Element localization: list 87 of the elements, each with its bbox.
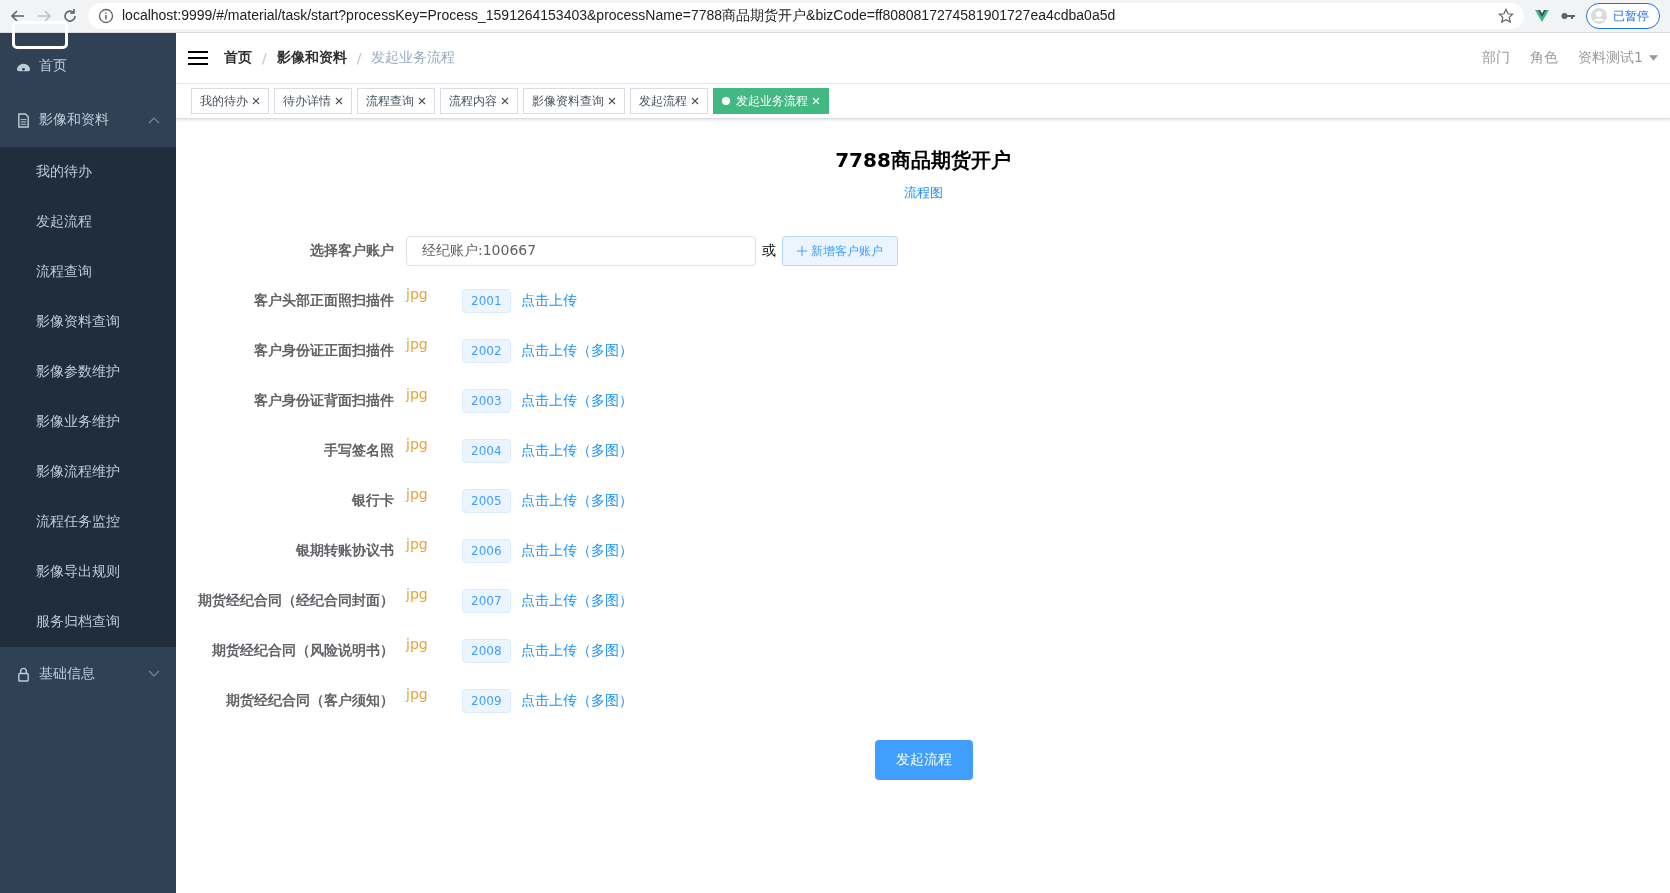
diagram-link[interactable]: 流程图 bbox=[903, 184, 943, 202]
field-label: 期货经纪合同（风险说明书） bbox=[211, 642, 395, 660]
profile-button[interactable]: 已暂停 bbox=[1586, 3, 1660, 29]
account-field[interactable]: 经纪账户:100667 bbox=[406, 236, 756, 266]
field-label: 期货经纪合同（经纪合同封面） bbox=[197, 592, 395, 610]
info-icon bbox=[98, 8, 114, 24]
upload-link[interactable]: 点击上传（多图） bbox=[520, 342, 633, 360]
breadcrumb-item[interactable]: 首页 bbox=[224, 49, 252, 67]
close-icon[interactable] bbox=[691, 97, 699, 105]
extension-icon[interactable] bbox=[1534, 8, 1550, 24]
upload-link[interactable]: 点击上传（多图） bbox=[520, 492, 633, 510]
menu-icon[interactable] bbox=[188, 50, 208, 66]
close-icon[interactable] bbox=[335, 97, 343, 105]
avatar-icon bbox=[1591, 8, 1607, 24]
lock-icon bbox=[16, 666, 31, 682]
upload-link[interactable]: 点击上传（多图） bbox=[520, 642, 633, 660]
file-type: jpg bbox=[406, 436, 429, 452]
address-bar[interactable]: localhost:9999/#/material/task/start?processKey=Process_1591264153403&processName=7788商品期货开户&bizCode=ff8080817274581901727ea4cdba0a5d bbox=[88, 3, 1524, 29]
caret-down-icon bbox=[1649, 55, 1658, 61]
file-type: jpg bbox=[406, 686, 429, 702]
code-tag: 2002 bbox=[462, 339, 511, 363]
submenu-item[interactable]: 影像导出规则 bbox=[0, 547, 176, 597]
code-tag: 2003 bbox=[462, 389, 511, 413]
menu-item[interactable]: 基础信息 bbox=[0, 647, 176, 701]
close-icon[interactable] bbox=[608, 97, 616, 105]
url-text: localhost:9999/#/material/task/start?processKey=Process_1591264153403&processName=7788商品期货开户&bizCode=ff8080817274581901727ea4cdba0a5d bbox=[122, 7, 1116, 25]
submenu-item[interactable]: 影像流程维护 bbox=[0, 447, 176, 497]
field-label: 客户身份证正面扫描件 bbox=[253, 342, 395, 360]
tab[interactable]: 发起流程 bbox=[630, 88, 708, 114]
plus-icon bbox=[797, 246, 807, 256]
submenu-item[interactable]: 影像业务维护 bbox=[0, 397, 176, 447]
file-type: jpg bbox=[406, 636, 429, 652]
reload-icon[interactable] bbox=[62, 8, 78, 24]
breadcrumb-item: 发起业务流程 bbox=[371, 49, 456, 67]
tab[interactable]: 待办详情 bbox=[274, 88, 352, 114]
submenu-item[interactable]: 影像参数维护 bbox=[0, 347, 176, 397]
upload-link[interactable]: 点击上传（多图） bbox=[520, 592, 633, 610]
file-type: jpg bbox=[406, 586, 429, 602]
field-label: 银期转账协议书 bbox=[294, 542, 395, 560]
star-icon[interactable] bbox=[1498, 8, 1514, 24]
file-type: jpg bbox=[406, 336, 429, 352]
or-text: 或 bbox=[762, 242, 776, 260]
breadcrumb-item[interactable]: 影像和资料 bbox=[276, 49, 347, 67]
submenu-item[interactable]: 流程查询 bbox=[0, 247, 176, 297]
code-tag: 2008 bbox=[462, 639, 511, 663]
submenu-item[interactable]: 我的待办 bbox=[0, 147, 176, 197]
breadcrumb-separator: / bbox=[262, 50, 267, 66]
code-tag: 2007 bbox=[462, 589, 511, 613]
file-type: jpg bbox=[406, 486, 429, 502]
breadcrumb-separator: / bbox=[356, 50, 362, 66]
menu-item[interactable]: 影像和资料 bbox=[0, 93, 176, 147]
tab[interactable]: 流程查询 bbox=[357, 88, 435, 114]
tab[interactable]: 流程内容 bbox=[440, 88, 518, 114]
tab[interactable]: 我的待办 bbox=[191, 88, 269, 114]
submenu-item[interactable]: 服务归档查询 bbox=[0, 597, 176, 647]
field-label: 期货经纪合同（客户须知） bbox=[225, 692, 395, 710]
upload-link[interactable]: 点击上传（多图） bbox=[520, 392, 633, 410]
code-tag: 2001 bbox=[462, 289, 511, 313]
field-label: 银行卡 bbox=[350, 492, 395, 510]
upload-link[interactable]: 点击上传（多图） bbox=[520, 442, 633, 460]
file-type: jpg bbox=[406, 536, 429, 552]
field-label: 手写签名照 bbox=[323, 442, 395, 460]
upload-link[interactable]: 点击上传 bbox=[520, 292, 577, 310]
file-type: jpg bbox=[406, 386, 429, 402]
submenu-item[interactable]: 流程任务监控 bbox=[0, 497, 176, 547]
code-tag: 2006 bbox=[462, 539, 511, 563]
field-label: 客户身份证背面扫描件 bbox=[253, 392, 395, 410]
menu-item[interactable]: 首页 bbox=[0, 39, 176, 93]
close-icon[interactable] bbox=[501, 97, 509, 105]
code-tag: 2004 bbox=[462, 439, 511, 463]
tab[interactable]: 影像资料查询 bbox=[523, 88, 625, 114]
form-title: 7788商品期货开户 bbox=[835, 147, 1011, 174]
back-icon[interactable] bbox=[10, 8, 26, 24]
field-label: 客户头部正面照扫描件 bbox=[253, 292, 395, 310]
field-label: 选择客户账户 bbox=[309, 242, 395, 260]
submenu-item[interactable]: 发起流程 bbox=[0, 197, 176, 247]
file-type: jpg bbox=[406, 286, 429, 302]
code-tag: 2005 bbox=[462, 489, 511, 513]
document-icon bbox=[16, 112, 31, 128]
close-icon[interactable] bbox=[418, 97, 426, 105]
code-tag: 2009 bbox=[462, 689, 511, 713]
close-icon[interactable] bbox=[252, 97, 260, 105]
submenu-item[interactable]: 影像资料查询 bbox=[0, 297, 176, 347]
upload-link[interactable]: 点击上传（多图） bbox=[520, 692, 633, 710]
active-dot-icon bbox=[722, 97, 730, 105]
upload-link[interactable]: 点击上传（多图） bbox=[520, 542, 633, 560]
logo-frame bbox=[12, 21, 68, 49]
